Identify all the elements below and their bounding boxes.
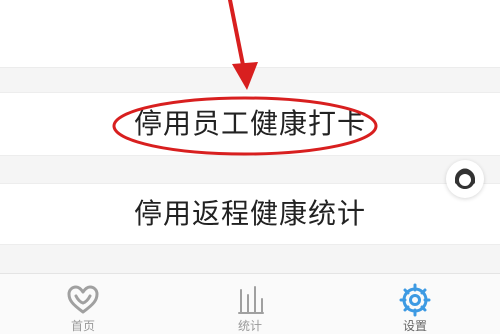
tab-stats[interactable]: 统计 xyxy=(180,274,320,334)
heart-icon xyxy=(67,285,99,314)
tab-settings[interactable]: 设置 xyxy=(345,274,485,334)
disable-staff-health-checkin-label: 停用员工健康打卡 xyxy=(133,107,366,140)
customer-service-icon xyxy=(455,168,475,189)
top-card xyxy=(0,0,500,68)
disable-return-trip-health-stats-row[interactable]: 停用返程健康统计 xyxy=(0,183,500,245)
bottom-navigation: 首页 统计 设置 xyxy=(0,273,500,334)
app-screen: 停用员工健康打卡 停用返程健康统计 首页 统计 设置 xyxy=(0,0,500,334)
tab-home-label: 首页 xyxy=(70,319,95,333)
disable-return-trip-health-stats-label: 停用返程健康统计 xyxy=(133,197,366,230)
gear-icon xyxy=(399,283,431,317)
disable-staff-health-checkin-row[interactable]: 停用员工健康打卡 xyxy=(0,92,500,156)
bar-chart-icon xyxy=(238,286,264,314)
customer-service-button[interactable] xyxy=(446,160,484,198)
tab-settings-label: 设置 xyxy=(402,319,427,333)
tab-home[interactable]: 首页 xyxy=(13,274,153,334)
tab-stats-label: 统计 xyxy=(237,319,262,333)
